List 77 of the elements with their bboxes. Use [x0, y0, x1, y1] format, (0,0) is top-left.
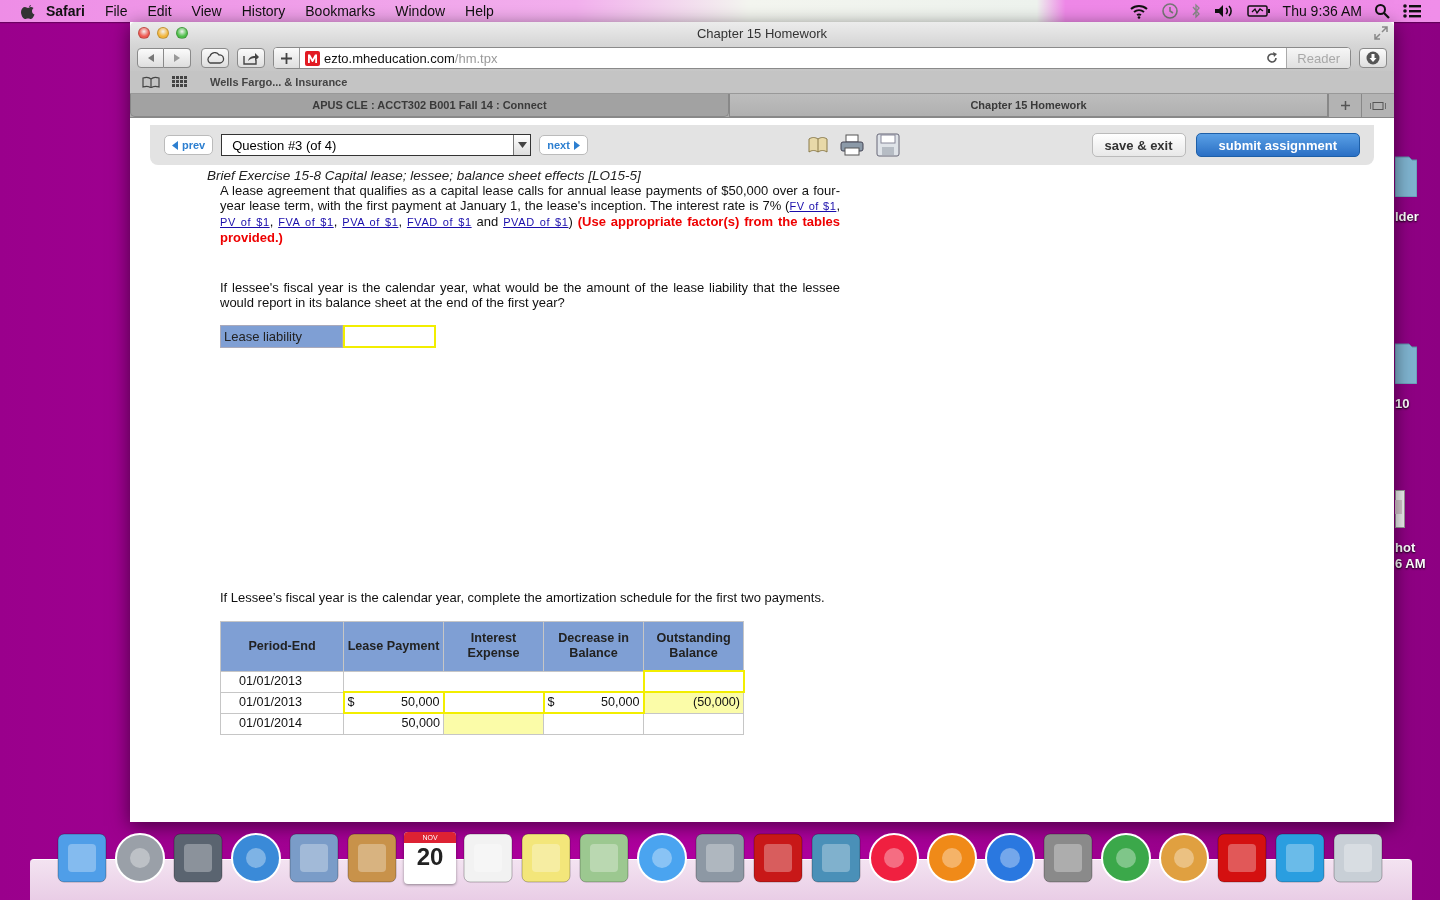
file-label: hot 6 AM [1395, 540, 1426, 572]
input-field[interactable]: $ 50,000 [543, 692, 644, 713]
table-link[interactable]: FVAD of $1 [406, 216, 472, 228]
table-cell: 50,000 [343, 713, 444, 734]
table-cell: 01/01/2014 [220, 713, 344, 734]
menu-item[interactable]: Edit [137, 3, 182, 19]
table-cell: 01/01/2013 [220, 671, 344, 692]
save-exit-button[interactable]: save & exit [1091, 133, 1186, 157]
menu-item[interactable]: History [231, 3, 296, 19]
download-icon [1366, 51, 1380, 65]
grid-icon[interactable] [172, 76, 188, 88]
document-icon[interactable] [1395, 490, 1405, 528]
column-header: Period-End [220, 621, 344, 671]
dropdown-icon [517, 142, 527, 148]
submit-button[interactable]: submit assignment [1195, 133, 1360, 157]
left-triangle-icon [172, 140, 178, 150]
cloud-icon [205, 52, 225, 64]
table-link[interactable]: PV of $1 [220, 216, 270, 228]
question-text: If lessee's fiscal year is the calendar year, what would be the amount of the lease liability that the lessee would report in its balance sheet at the end of the first year? [220, 280, 840, 310]
new-tab-button[interactable] [1328, 94, 1361, 117]
printer-icon[interactable] [839, 134, 864, 156]
right-triangle-icon [573, 140, 580, 150]
column-header: Interest Expense [443, 621, 544, 671]
exercise-title: Brief Exercise 15-8 Capital lease; lessee; balance sheet effects [LO15-5] [207, 168, 642, 183]
app-menu[interactable]: Safari [38, 3, 95, 19]
input-field[interactable] [443, 692, 544, 713]
plus-icon [1340, 101, 1350, 110]
table-link[interactable]: PVAD of $1 [503, 216, 569, 228]
browser-tab[interactable]: Chapter 15 Homework [729, 94, 1328, 117]
address-field[interactable]: ezto.mheducation.com/hm.tpx [320, 50, 1259, 66]
site-logo-icon [305, 50, 320, 66]
input-field[interactable]: $ 50,000 [343, 692, 444, 713]
question-select[interactable]: Question #3 (of 4) [221, 134, 532, 156]
fullscreen-icon[interactable] [1374, 26, 1388, 40]
reload-icon[interactable] [1266, 52, 1279, 64]
add-bookmark-button[interactable] [274, 48, 300, 68]
table-link[interactable]: FVA of $1 [278, 216, 334, 228]
tabs-icon [1370, 101, 1386, 110]
close-button[interactable] [138, 27, 150, 39]
list-icon[interactable] [1402, 3, 1422, 19]
browser-tab[interactable]: APUS CLE : ACCT302 B001 Fall 14 : Connect [130, 94, 729, 117]
menu-item[interactable]: Bookmarks [295, 3, 386, 19]
prev-button[interactable]: prev [164, 135, 214, 155]
zoom-button[interactable] [176, 27, 188, 39]
forward-arrow-icon [172, 53, 182, 63]
next-button[interactable]: next [539, 135, 588, 155]
tab-view-button[interactable] [1361, 94, 1394, 117]
battery-icon[interactable] [1246, 4, 1271, 18]
cloud-button[interactable] [201, 48, 229, 68]
share-button[interactable] [237, 48, 265, 68]
menu-clock[interactable]: Thu 9:36 AM [1282, 3, 1362, 19]
question-text: If Lessee’s fiscal year is the calendar year, complete the amortization schedule for the first two payments. [220, 590, 826, 605]
menu-item[interactable]: Help [455, 3, 504, 19]
bookmark-item[interactable]: Wells Fargo... & Insurance [210, 76, 348, 88]
field-label: Lease liability [220, 325, 343, 348]
book-icon[interactable] [142, 76, 160, 88]
back-button[interactable] [137, 48, 164, 68]
share-icon [243, 51, 259, 65]
reader-button: Reader [1286, 48, 1350, 68]
question-text: A lease agreement that qualifies as a capital lease calls for annual lease payments of $50,000 over a four-year lease term, with the first payment at January 1, the lease's inception. The interest rate is 7% (FV of $1, PV of $1, FVA of $1, PVA of $1, FVAD of $1 and PVAD of $1) (Use appropriate factor(s) from the tables provided.) [220, 183, 840, 245]
file-label: lder [1395, 209, 1419, 225]
wifi-icon[interactable] [1128, 3, 1149, 19]
forward-button[interactable] [164, 48, 191, 68]
plus-icon [281, 52, 292, 64]
column-header: Outstanding Balance [643, 621, 744, 671]
menu-item[interactable]: File [94, 3, 138, 19]
speaker-icon[interactable] [1212, 3, 1235, 19]
file-label: 10 [1395, 396, 1411, 412]
search-icon[interactable] [1374, 3, 1390, 19]
menu-item[interactable]: Window [385, 3, 456, 19]
window-title: Chapter 15 Homework [696, 26, 828, 41]
column-header: Decrease in Balance [543, 621, 644, 671]
downloads-button[interactable] [1359, 48, 1387, 68]
answer-field[interactable] [343, 325, 436, 348]
input-field[interactable] [643, 671, 744, 692]
column-header: Lease Payment [343, 621, 444, 671]
menu-item[interactable]: View [181, 3, 232, 19]
